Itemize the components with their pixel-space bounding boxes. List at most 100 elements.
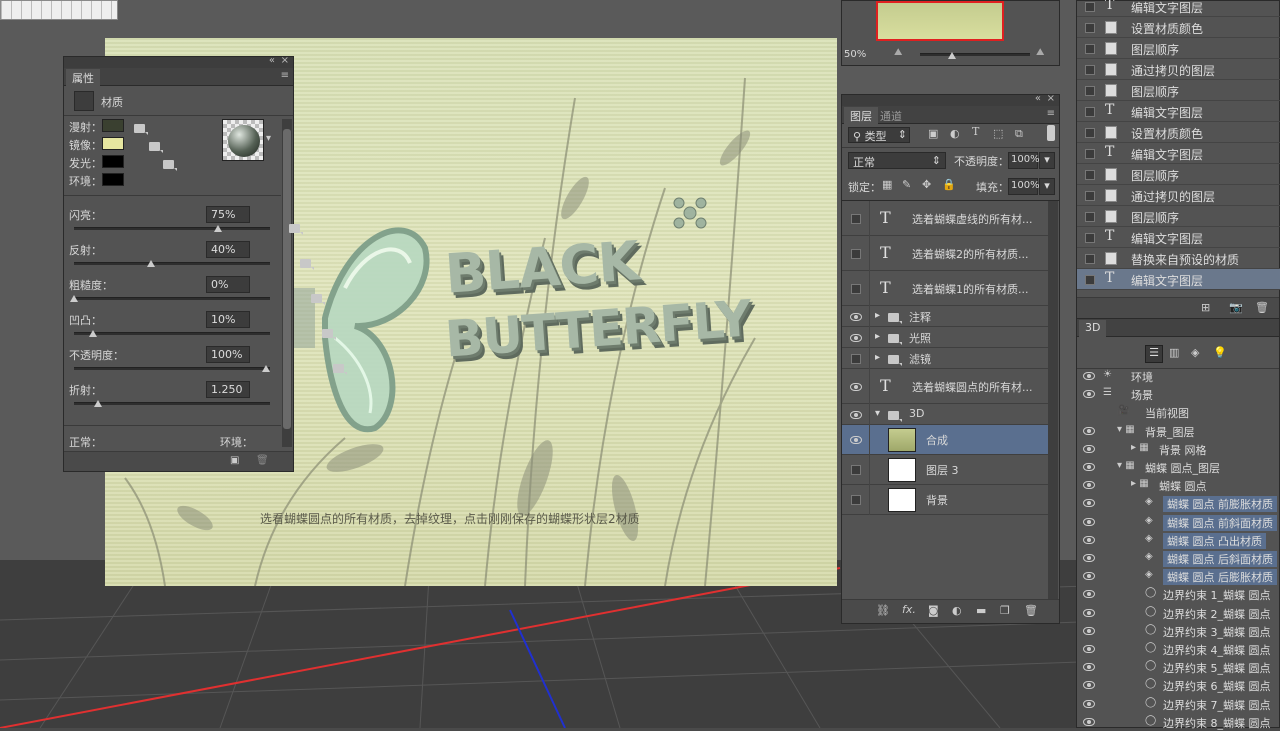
- visibility-eye-icon[interactable]: [1083, 681, 1095, 690]
- refraction-value-input[interactable]: 1.250: [206, 381, 250, 398]
- history-source-box[interactable]: [1085, 65, 1095, 75]
- filter-lights-icon[interactable]: 💡: [1213, 346, 1227, 359]
- history-state[interactable]: 设置材质颜色: [1077, 122, 1280, 143]
- filter-smartobject-icon[interactable]: ⧉: [1015, 127, 1023, 141]
- filter-shape-icon[interactable]: ⬚: [993, 127, 1003, 140]
- refraction-slider-track[interactable]: [74, 402, 270, 405]
- history-state[interactable]: 替换来自预设的材质: [1077, 248, 1280, 269]
- visibility-eye-icon[interactable]: [850, 312, 862, 321]
- illumination-swatch[interactable]: [102, 155, 124, 168]
- layer-row[interactable]: ▾ 3D: [842, 404, 1048, 425]
- environment-icon[interactable]: ☀: [1103, 369, 1112, 380]
- scene-item[interactable]: ◈ 蝴蝶 圆点 后斜面材质: [1077, 549, 1280, 567]
- layer-row[interactable]: 合成: [842, 425, 1048, 455]
- new-group-icon[interactable]: ▬: [976, 604, 986, 617]
- scene-item[interactable]: ◈ 蝴蝶 圆点 前斜面材质: [1077, 513, 1280, 531]
- layer-opacity-input[interactable]: 100%: [1008, 152, 1040, 169]
- history-source-box[interactable]: [1085, 44, 1095, 54]
- reflection-value-input[interactable]: 40%: [206, 241, 250, 258]
- constraint-icon[interactable]: ◯: [1145, 697, 1156, 708]
- new-layer-icon[interactable]: ❐: [1000, 604, 1010, 617]
- collapse-icon[interactable]: «: [1035, 93, 1041, 104]
- shine-texture-folder-icon[interactable]: [289, 224, 303, 235]
- material-node-icon[interactable]: ◈: [1145, 533, 1153, 544]
- lock-move-icon[interactable]: ✥: [922, 178, 931, 191]
- history-source-box[interactable]: [1085, 128, 1095, 138]
- visibility-eye-icon[interactable]: [1083, 699, 1095, 708]
- scene-item[interactable]: ◈ 蝴蝶 圆点 前膨胀材质: [1077, 494, 1280, 513]
- material-node-icon[interactable]: ◈: [1145, 515, 1153, 526]
- history-state[interactable]: T 编辑文字图层: [1077, 101, 1280, 122]
- history-state[interactable]: 通过拷贝的图层: [1077, 59, 1280, 80]
- visibility-off-box[interactable]: [851, 465, 861, 475]
- properties-trash-icon[interactable]: 🗑: [256, 455, 269, 466]
- history-state[interactable]: T 编辑文字图层: [1077, 269, 1280, 290]
- visibility-eye-icon[interactable]: [1083, 717, 1095, 726]
- layer-row[interactable]: ▸ 注释: [842, 306, 1048, 327]
- shine-value-input[interactable]: 75%: [206, 206, 250, 223]
- properties-mask-icon[interactable]: ▣: [230, 455, 239, 466]
- history-source-box[interactable]: [1085, 23, 1095, 33]
- filter-meshes-icon[interactable]: ▥: [1169, 346, 1179, 359]
- link-layers-icon[interactable]: ⛓: [876, 604, 890, 617]
- history-source-box[interactable]: [1085, 191, 1095, 201]
- collapse-icon[interactable]: «: [269, 55, 275, 66]
- shine-slider-track[interactable]: [74, 227, 270, 230]
- reflection-slider-knob[interactable]: [146, 260, 155, 267]
- history-source-box[interactable]: [1085, 86, 1095, 96]
- visibility-eye-icon[interactable]: [1083, 572, 1095, 581]
- visibility-eye-icon[interactable]: [1083, 390, 1095, 399]
- opacity-slider-knob[interactable]: [262, 365, 270, 372]
- blend-mode-select[interactable]: 正常 ⇕: [848, 152, 946, 169]
- visibility-eye-icon[interactable]: [1083, 663, 1095, 672]
- history-source-box[interactable]: [1085, 275, 1095, 285]
- add-mask-icon[interactable]: ◙: [928, 604, 939, 617]
- visibility-eye-icon[interactable]: [850, 410, 862, 419]
- roughness-texture-folder-icon[interactable]: [311, 294, 325, 305]
- visibility-off-box[interactable]: [851, 283, 861, 294]
- specular-swatch[interactable]: [102, 137, 124, 150]
- visibility-eye-icon[interactable]: [1083, 554, 1095, 562]
- scene-item[interactable]: ◈ 蝴蝶 圆点 后膨胀材质: [1077, 567, 1280, 586]
- bump-texture-folder-icon[interactable]: [322, 329, 336, 340]
- history-source-box[interactable]: [1085, 149, 1095, 159]
- layer-row[interactable]: ▸ 光照: [842, 327, 1048, 348]
- filter-kind-select[interactable]: ⚲ 类型 ⇕: [848, 127, 910, 143]
- shine-slider-knob[interactable]: [214, 225, 222, 232]
- scene-item[interactable]: ◯ 边界约束 3_蝴蝶 圆点: [1077, 622, 1280, 640]
- lock-transparent-icon[interactable]: ▦: [882, 178, 892, 191]
- visibility-eye-icon[interactable]: [1083, 463, 1095, 471]
- layer-row[interactable]: 图层 3: [842, 455, 1048, 485]
- constraint-icon[interactable]: ◯: [1145, 678, 1156, 689]
- lock-all-icon[interactable]: 🔒: [942, 178, 956, 191]
- layer-row[interactable]: T 选着蝴蝶1的所有材质...: [842, 271, 1048, 306]
- tab-channels[interactable]: 通道: [880, 108, 902, 124]
- opacity-texture-folder-icon[interactable]: [333, 364, 347, 375]
- refraction-slider-knob[interactable]: [94, 400, 102, 407]
- constraint-icon[interactable]: ◯: [1145, 587, 1156, 598]
- layers-scrollbar[interactable]: [1048, 201, 1058, 601]
- constraint-icon[interactable]: ◯: [1145, 606, 1156, 617]
- material-picker-arrow-icon[interactable]: ▾: [266, 133, 271, 144]
- history-source-box[interactable]: [1085, 212, 1095, 222]
- scene-item[interactable]: ◯ 边界约束 4_蝴蝶 圆点: [1077, 640, 1280, 658]
- reflection-texture-folder-icon[interactable]: [300, 259, 314, 270]
- mesh-expand-icon[interactable]: ▾ ▦: [1117, 460, 1135, 471]
- history-source-box[interactable]: [1085, 2, 1095, 12]
- visibility-off-box[interactable]: [851, 495, 861, 505]
- roughness-value-input[interactable]: 0%: [206, 276, 250, 293]
- camera-icon[interactable]: 🎥: [1117, 405, 1129, 416]
- roughness-slider-knob[interactable]: [70, 295, 78, 302]
- filter-materials-icon[interactable]: ◈: [1191, 346, 1199, 359]
- snapshot-camera-icon[interactable]: 📷: [1229, 301, 1243, 314]
- visibility-off-box[interactable]: [851, 353, 861, 364]
- chevron-right-icon[interactable]: ▸: [875, 331, 880, 342]
- history-state[interactable]: T 编辑文字图层: [1077, 227, 1280, 248]
- panel-menu-icon[interactable]: ≡: [281, 70, 289, 81]
- history-state[interactable]: 图层顺序: [1077, 80, 1280, 101]
- scene-item[interactable]: ☀ 环境: [1077, 367, 1280, 385]
- scene-item[interactable]: ◯ 边界约束 5_蝴蝶 圆点: [1077, 658, 1280, 676]
- visibility-eye-icon[interactable]: [1083, 590, 1095, 599]
- visibility-eye-icon[interactable]: [850, 382, 862, 391]
- delete-layer-icon[interactable]: 🗑: [1024, 604, 1038, 617]
